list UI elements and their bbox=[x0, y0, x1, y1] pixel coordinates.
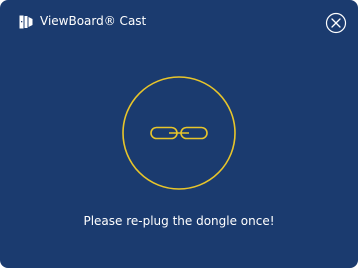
close-button[interactable] bbox=[325, 12, 347, 34]
close-circle-icon bbox=[325, 12, 347, 34]
chain-link-icon bbox=[150, 126, 208, 140]
title-bar: ViewBoard® Cast bbox=[0, 0, 358, 44]
viewboard-cast-dialog: ViewBoard® Cast Please re-plug the dongl… bbox=[0, 0, 358, 268]
viewboard-cast-icon bbox=[19, 14, 33, 29]
status-message: Please re-plug the dongle once! bbox=[83, 214, 275, 228]
link-status-graphic bbox=[121, 75, 237, 191]
app-title: ViewBoard® Cast bbox=[40, 14, 147, 28]
